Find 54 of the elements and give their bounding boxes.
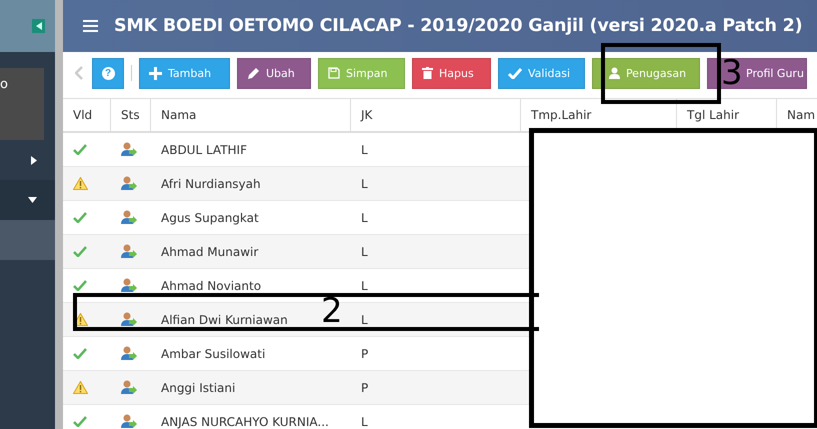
table-cell-text: P (360, 346, 370, 362)
caret-right-icon (31, 156, 37, 164)
table-cell: Ambar Susilowati (161, 346, 266, 360)
table-cell-text: L (360, 176, 369, 192)
table-cell-text: L (360, 414, 369, 429)
column-header[interactable]: JK (351, 99, 521, 131)
app-title: SMK BOEDI OETOMO CILACAP - 2019/2020 Ganjil (versi 2020.a Patch 2) (114, 16, 802, 36)
trash-icon (422, 67, 433, 79)
user-icon (121, 346, 137, 361)
toolbar-button[interactable]: Ubah (237, 58, 311, 88)
user-icon (121, 278, 137, 293)
sidebar-item[interactable] (0, 180, 55, 220)
table-cell: Agus Supangkat (161, 210, 259, 224)
user-icon (121, 380, 137, 395)
table-cell-text: L (360, 244, 369, 260)
collapse-sidebar-button[interactable] (32, 19, 45, 33)
table-cell: Alfian Dwi Kurniawan (161, 312, 288, 326)
annotation-number: 2 (321, 294, 343, 328)
plus-icon (149, 66, 162, 80)
user-icon (608, 67, 620, 79)
user-icon (121, 244, 137, 259)
toolbar-button[interactable]: Validasi (498, 58, 585, 88)
table-cell-text: P (360, 380, 370, 396)
sidebar-panel-text: o (0, 78, 8, 92)
pencil-icon (247, 66, 260, 80)
user-icon (121, 176, 137, 191)
user-icon (121, 210, 137, 225)
checkmark-icon (508, 68, 522, 78)
caret-down-icon (28, 197, 37, 203)
user-icon (121, 414, 137, 429)
table-cell: ANJAS NURCAHYO KURNIA... (161, 414, 329, 428)
toolbar-button[interactable]: Tambah (139, 58, 230, 88)
caret-left-icon (36, 22, 42, 30)
table-cell: Ahmad Novianto (161, 278, 262, 292)
menu-icon[interactable] (83, 20, 98, 32)
help-button[interactable]: ? (92, 58, 124, 88)
sidebar-item[interactable] (0, 220, 55, 260)
annotation-number: 3 (721, 56, 743, 90)
table-cell: ABDUL LATHIF (161, 142, 247, 156)
user-icon (121, 142, 137, 157)
chevron-left-icon[interactable] (75, 66, 83, 80)
user-icon (121, 312, 137, 327)
table-cell-text: L (360, 312, 369, 328)
column-header[interactable]: Vld (63, 99, 111, 131)
save-icon (328, 67, 340, 79)
toolbar-button[interactable]: Hapus (412, 58, 491, 88)
table-cell-text: L (360, 210, 369, 226)
column-header[interactable]: Nama (151, 99, 351, 131)
table-cell: Ahmad Munawir (161, 244, 258, 258)
column-header[interactable]: Sts (111, 99, 151, 131)
table-cell: Afri Nurdiansyah (161, 176, 261, 190)
table-cell: Anggi Istiani (161, 380, 236, 394)
table-cell-text: L (360, 278, 369, 294)
table-cell-text: L (360, 142, 369, 158)
